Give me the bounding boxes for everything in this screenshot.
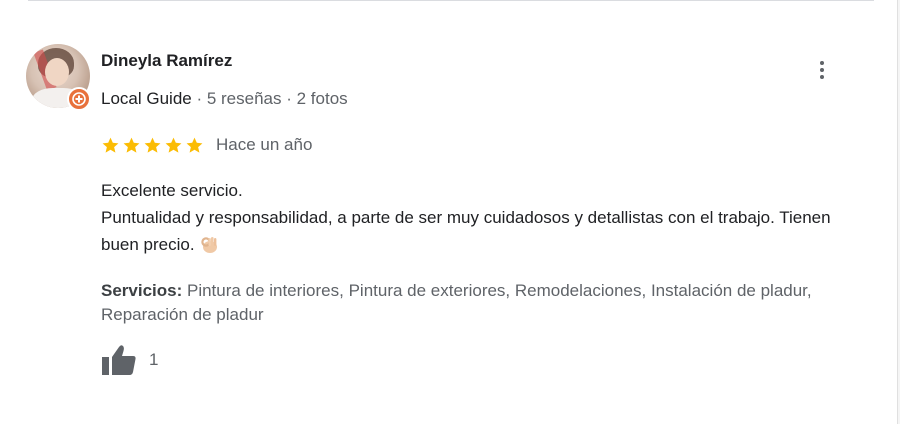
divider — [28, 0, 874, 1]
star-icon — [165, 137, 182, 153]
local-guide-label: Local Guide — [101, 89, 192, 108]
star-icon — [186, 137, 203, 153]
rating-row: Hace un año — [101, 134, 312, 156]
author-avatar[interactable] — [26, 44, 91, 111]
review-text-line: Puntualidad y responsabilidad, a parte d… — [101, 208, 831, 254]
review-card: Dineyla Ramírez Local Guide · 5 reseñas … — [0, 0, 898, 424]
reviews-count: 5 reseñas — [206, 89, 282, 108]
services-value: Pintura de interiores, Pintura de exteri… — [101, 281, 812, 324]
meta-separator: · — [281, 89, 297, 108]
author-meta: Local Guide · 5 reseñas · 2 fotos — [101, 89, 348, 109]
thumbs-up-icon[interactable] — [101, 343, 139, 377]
photos-count: 2 fotos — [296, 89, 348, 108]
review-date: Hace un año — [216, 135, 313, 154]
more-vert-icon[interactable] — [808, 56, 836, 84]
star-icon — [144, 137, 161, 153]
services-label: Servicios: — [101, 281, 183, 300]
review-text: Excelente servicio. Puntualidad y respon… — [101, 177, 861, 258]
like-count: 1 — [149, 350, 159, 369]
local-guide-badge-icon — [67, 87, 91, 111]
author-name[interactable]: Dineyla Ramírez — [101, 51, 232, 71]
star-icon — [102, 137, 119, 153]
ok-hand-emoji — [200, 237, 217, 253]
services: Servicios: Pintura de interiores, Pintur… — [101, 279, 871, 327]
star-icon — [123, 137, 140, 153]
meta-separator: · — [191, 89, 207, 108]
like-row: 1 — [101, 343, 158, 377]
review-text-line: Excelente servicio. — [101, 181, 243, 200]
star-rating — [101, 136, 204, 155]
